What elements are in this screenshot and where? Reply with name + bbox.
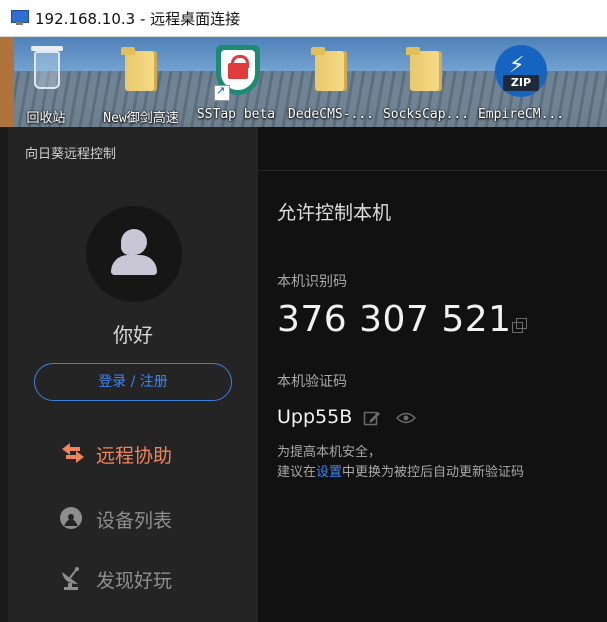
edit-icon[interactable] xyxy=(363,409,381,427)
nav-devices-label: 设备列表 xyxy=(96,510,173,532)
avatar-body-icon xyxy=(111,255,157,275)
desktop-icon-label: 回收站 xyxy=(26,111,66,126)
folder-icon xyxy=(121,47,157,91)
desktop-icon-new-yujian[interactable]: New御剑高速 xyxy=(95,41,187,126)
device-list-icon xyxy=(60,507,82,529)
folder-icon xyxy=(311,47,347,91)
remote-desktop-icon xyxy=(9,9,29,27)
nav-remote-assist[interactable]: 远程协助 xyxy=(8,433,258,473)
remote-assist-icon xyxy=(62,443,84,463)
settings-link[interactable]: 设置 xyxy=(316,465,342,480)
recycle-bin-icon xyxy=(31,46,63,89)
greeting-text: 你好 xyxy=(113,323,153,347)
avatar-head-icon xyxy=(121,229,147,255)
window-title: 192.168.10.3 - 远程桌面连接 xyxy=(35,9,241,28)
login-register-button[interactable]: 登录 / 注册 xyxy=(34,363,232,401)
machine-id-label: 本机识别码 xyxy=(277,274,347,290)
desktop-icon-label: EmpireCM... xyxy=(477,107,565,122)
sidebar: 向日葵远程控制 你好 登录 / 注册 远程协助 设备列表 发现好玩 xyxy=(8,127,258,622)
copy-icon[interactable] xyxy=(512,318,528,334)
zip-badge: ZIP xyxy=(503,75,539,91)
window-titlebar: 192.168.10.3 - 远程桌面连接 xyxy=(0,0,607,37)
eye-icon[interactable] xyxy=(396,411,416,425)
allow-control-heading: 允许控制本机 xyxy=(277,202,392,224)
machine-id-value: 376 307 521 xyxy=(277,299,512,340)
desktop-icon-sockscap[interactable]: SocksCap... xyxy=(380,41,472,125)
desktop-icon-label: New御剑高速 xyxy=(103,111,179,126)
nav-discover[interactable]: 发现好玩 xyxy=(8,558,258,598)
hint-prefix: 建议在 xyxy=(277,465,317,480)
remote-desktop-area: 回收站 New御剑高速 SSTap beta DedeCMS-... Socks… xyxy=(0,37,607,127)
shortcut-arrow-icon xyxy=(214,84,230,101)
desktop-icon-empirecms[interactable]: ⚡ ZIP EmpireCM... xyxy=(475,41,567,125)
verification-code-label: 本机验证码 xyxy=(277,374,347,390)
nav-discover-label: 发现好玩 xyxy=(96,570,173,592)
folder-icon xyxy=(406,47,442,91)
nav-remote-label: 远程协助 xyxy=(96,445,173,467)
zip-archive-icon: ⚡ ZIP xyxy=(495,45,547,97)
desktop-icon-label: DedeCMS-... xyxy=(287,107,375,122)
security-hint-line2: 建议在设置中更换为被控后自动更新验证码 xyxy=(277,461,524,480)
header-divider xyxy=(258,170,607,171)
app-title: 向日葵远程控制 xyxy=(25,147,117,162)
discover-dish-icon xyxy=(62,567,79,590)
desktop-icon-dedecms[interactable]: DedeCMS-... xyxy=(285,41,377,125)
nav-device-list[interactable]: 设备列表 xyxy=(8,498,258,538)
verification-code-value: Upp55B xyxy=(277,406,353,428)
avatar[interactable] xyxy=(86,206,182,302)
desktop-icon-label: SocksCap... xyxy=(382,107,470,122)
hint-suffix: 中更换为被控后自动更新验证码 xyxy=(342,465,525,480)
security-hint-line1: 为提高本机安全， xyxy=(277,445,382,460)
desktop-icon-recycle-bin[interactable]: 回收站 xyxy=(0,41,92,126)
desktop-icon-sstap[interactable]: SSTap beta xyxy=(190,41,282,125)
desktop-icon-label: SSTap beta xyxy=(196,107,276,122)
